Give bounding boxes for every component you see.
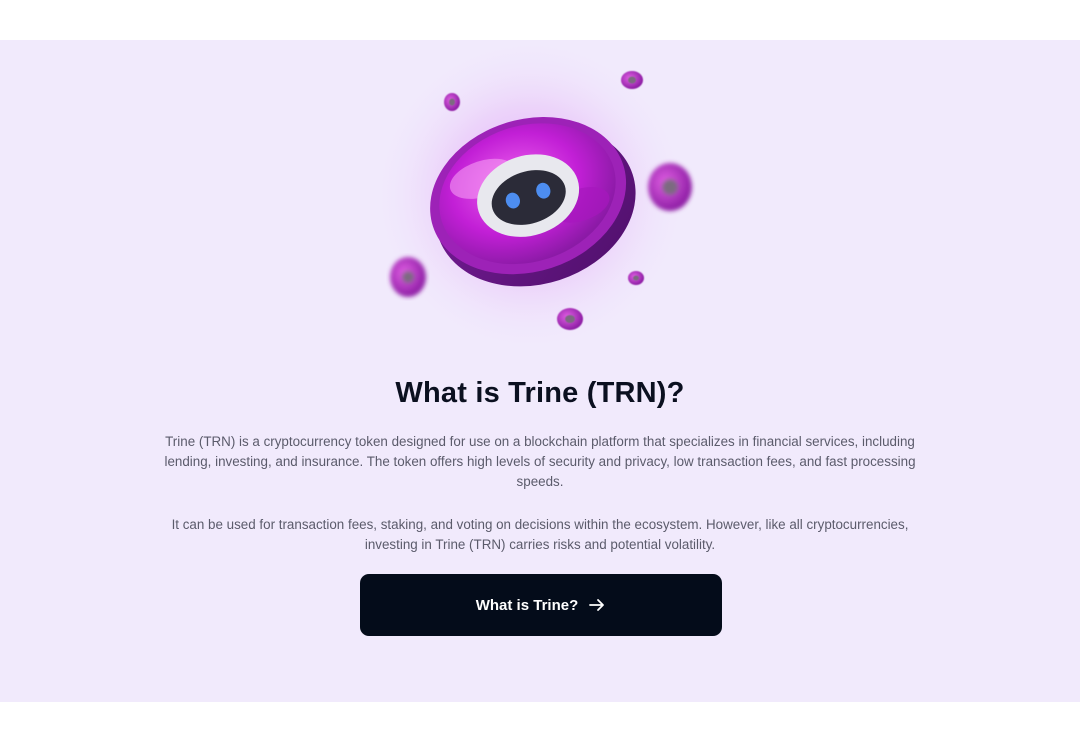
page-title: What is Trine (TRN)? xyxy=(395,377,685,410)
mini-coin xyxy=(621,71,643,89)
mini-coin xyxy=(628,271,644,285)
usage-paragraph: It can be used for transaction fees, sta… xyxy=(171,517,909,553)
mini-coin xyxy=(444,93,460,111)
cta-label: What is Trine? xyxy=(475,596,579,614)
intro-paragraph: Trine (TRN) is a cryptocurrency token de… xyxy=(164,434,916,490)
mini-coin xyxy=(557,308,583,330)
what-is-trine-button[interactable]: What is Trine? xyxy=(360,574,722,636)
arrow-right-icon xyxy=(589,599,605,611)
top-band xyxy=(0,0,1080,40)
trine-coin-illustration xyxy=(370,45,692,345)
bottom-band xyxy=(0,702,1080,753)
mini-coin xyxy=(648,163,692,211)
mini-coin xyxy=(390,257,426,297)
